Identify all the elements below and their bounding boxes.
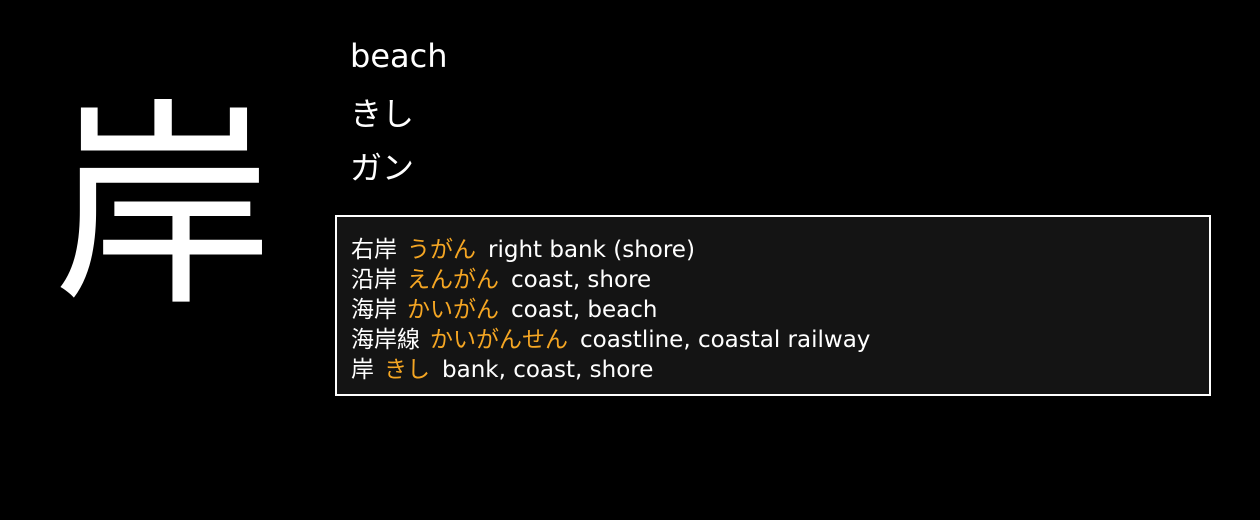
- vocab-reading: かいがんせん: [430, 327, 568, 353]
- on-reading: ガン: [350, 149, 415, 187]
- vocabulary-box: 右岸 うがん right bank (shore) 沿岸 えんがん coast, sho…: [335, 215, 1211, 396]
- vocab-item: 海岸線 かいがんせん coastline, coastal railway: [351, 325, 1209, 355]
- vocab-meaning: coast, shore: [511, 267, 652, 293]
- vocab-item: 沿岸 えんがん coast, shore: [351, 265, 1209, 295]
- vocab-meaning: coastline, coastal railway: [580, 327, 871, 353]
- vocab-word: 右岸: [351, 237, 397, 263]
- vocab-reading: きし: [384, 357, 430, 383]
- vocabulary-list: 右岸 うがん right bank (shore) 沿岸 えんがん coast, sho…: [337, 217, 1209, 385]
- kun-reading: きし: [350, 95, 415, 133]
- vocab-item: 海岸 かいがん coast, beach: [351, 295, 1209, 325]
- vocab-item: 右岸 うがん right bank (shore): [351, 235, 1209, 265]
- vocab-word: 岸: [351, 357, 374, 383]
- vocab-item: 岸きし bank, coast, shore: [351, 355, 1209, 385]
- vocab-meaning: bank, coast, shore: [442, 357, 654, 383]
- vocab-reading: えんがん: [407, 267, 499, 293]
- vocab-meaning: coast, beach: [511, 297, 658, 323]
- kanji-character: 岸: [52, 80, 273, 336]
- vocab-word: 海岸線: [351, 327, 420, 353]
- kanji-info: beach きし ガン: [350, 36, 447, 188]
- vocab-reading: うがん: [407, 237, 476, 263]
- vocab-word: 沿岸: [351, 267, 397, 293]
- vocab-meaning: right bank (shore): [488, 237, 695, 263]
- kanji-meaning: beach: [350, 37, 448, 75]
- vocab-reading: かいがん: [407, 297, 499, 323]
- vocab-word: 海岸: [351, 297, 397, 323]
